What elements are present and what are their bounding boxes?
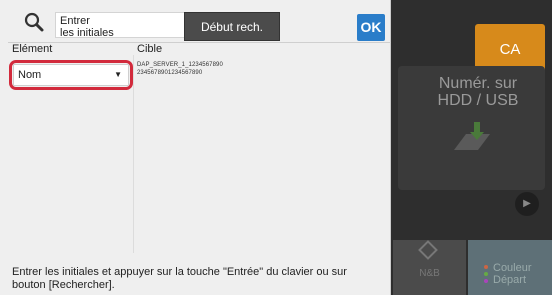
color-start-label: Couleur Départ xyxy=(493,262,532,286)
scan-to-storage-icon xyxy=(454,122,490,150)
element-select-value: Nom xyxy=(18,69,42,81)
element-column-header: Elément xyxy=(12,43,53,55)
initial-search-dialog: Entrer les initiales Début rech. OK Elém… xyxy=(0,0,391,295)
column-divider xyxy=(133,55,134,253)
initials-input[interactable]: Entrer les initiales xyxy=(55,12,185,39)
color-dot-icon xyxy=(484,265,488,269)
scan-to-hdd-usb-label: Numér. sur HDD / USB xyxy=(437,75,519,109)
search-icon[interactable] xyxy=(20,8,50,38)
instruction-text: Entrer les initiales et appuyer sur la t… xyxy=(12,266,347,291)
color-dot-icon xyxy=(484,272,488,276)
start-search-button[interactable]: Début rech. xyxy=(184,12,280,41)
bw-start-label: N&B xyxy=(419,268,440,279)
target-column-header: Cible xyxy=(137,43,163,55)
target-value-line: 2345678901234567890 xyxy=(137,70,203,76)
ok-button[interactable]: OK xyxy=(357,14,385,41)
color-dot-icon xyxy=(484,279,488,283)
target-value-line: DAP_SERVER_1_1234567890 xyxy=(137,62,223,68)
header-divider xyxy=(8,42,391,43)
next-page-icon: ▶ xyxy=(515,192,539,216)
chevron-down-icon: ▼ xyxy=(114,70,122,79)
element-select[interactable]: Nom ▼ xyxy=(13,64,129,86)
